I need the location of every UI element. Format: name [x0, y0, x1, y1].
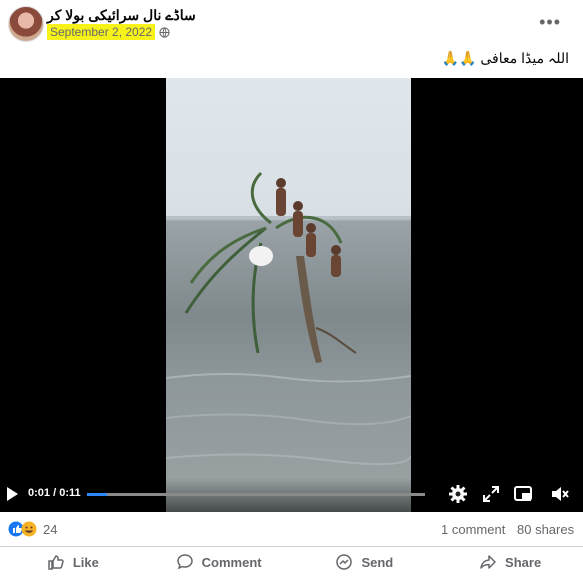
current-time: 0:01 — [28, 487, 51, 499]
comment-label: Comment — [201, 554, 262, 570]
send-button[interactable]: Send — [292, 547, 438, 577]
reaction-bar: 24 1 comment 80 shares — [0, 512, 583, 547]
share-label: Share — [505, 554, 542, 570]
like-label: Like — [72, 554, 99, 570]
more-options-icon[interactable]: ••• — [539, 12, 561, 33]
mute-icon[interactable] — [550, 484, 570, 504]
action-bar: Like Comment Send Share — [0, 547, 583, 577]
post-date[interactable]: September 2, 2022 — [47, 24, 156, 40]
progress-bar[interactable] — [87, 493, 425, 496]
video-scene — [166, 171, 411, 466]
progress-fill — [87, 493, 108, 496]
page-name[interactable]: ساڈے نال سرائیکی بولا کر — [47, 7, 196, 24]
duration: 0:11 — [59, 487, 81, 499]
settings-gear-icon[interactable] — [448, 484, 468, 504]
like-button[interactable]: Like — [0, 547, 146, 577]
video-player[interactable]: 0:01 / 0:11 — [0, 78, 583, 512]
post-meta: September 2, 2022 — [47, 24, 170, 40]
fullscreen-icon[interactable] — [481, 484, 501, 504]
send-label: Send — [361, 554, 394, 570]
comment-button[interactable]: Comment — [146, 547, 292, 577]
picture-in-picture-icon[interactable] — [513, 484, 533, 504]
comment-icon — [176, 554, 193, 570]
share-icon — [480, 555, 496, 569]
thumbs-up-icon — [48, 555, 64, 570]
comment-count[interactable]: 1 comment — [441, 522, 505, 537]
share-button[interactable]: Share — [437, 547, 583, 577]
post-header: ساڈے نال سرائیکی بولا کر September 2, 20… — [0, 0, 583, 78]
reaction-count[interactable]: 24 — [43, 522, 57, 537]
avatar[interactable] — [8, 6, 44, 42]
video-controls: 0:01 / 0:11 — [0, 478, 583, 512]
reaction-icons[interactable] — [8, 521, 40, 537]
video-time: 0:01 / 0:11 — [28, 487, 81, 499]
play-icon[interactable] — [7, 487, 18, 501]
post-caption: اللہ میڈا معافی 🙏🙏 — [441, 50, 569, 66]
video-frame — [166, 78, 411, 512]
globe-icon — [159, 26, 170, 38]
messenger-icon — [336, 554, 353, 570]
share-count[interactable]: 80 shares — [517, 522, 574, 537]
